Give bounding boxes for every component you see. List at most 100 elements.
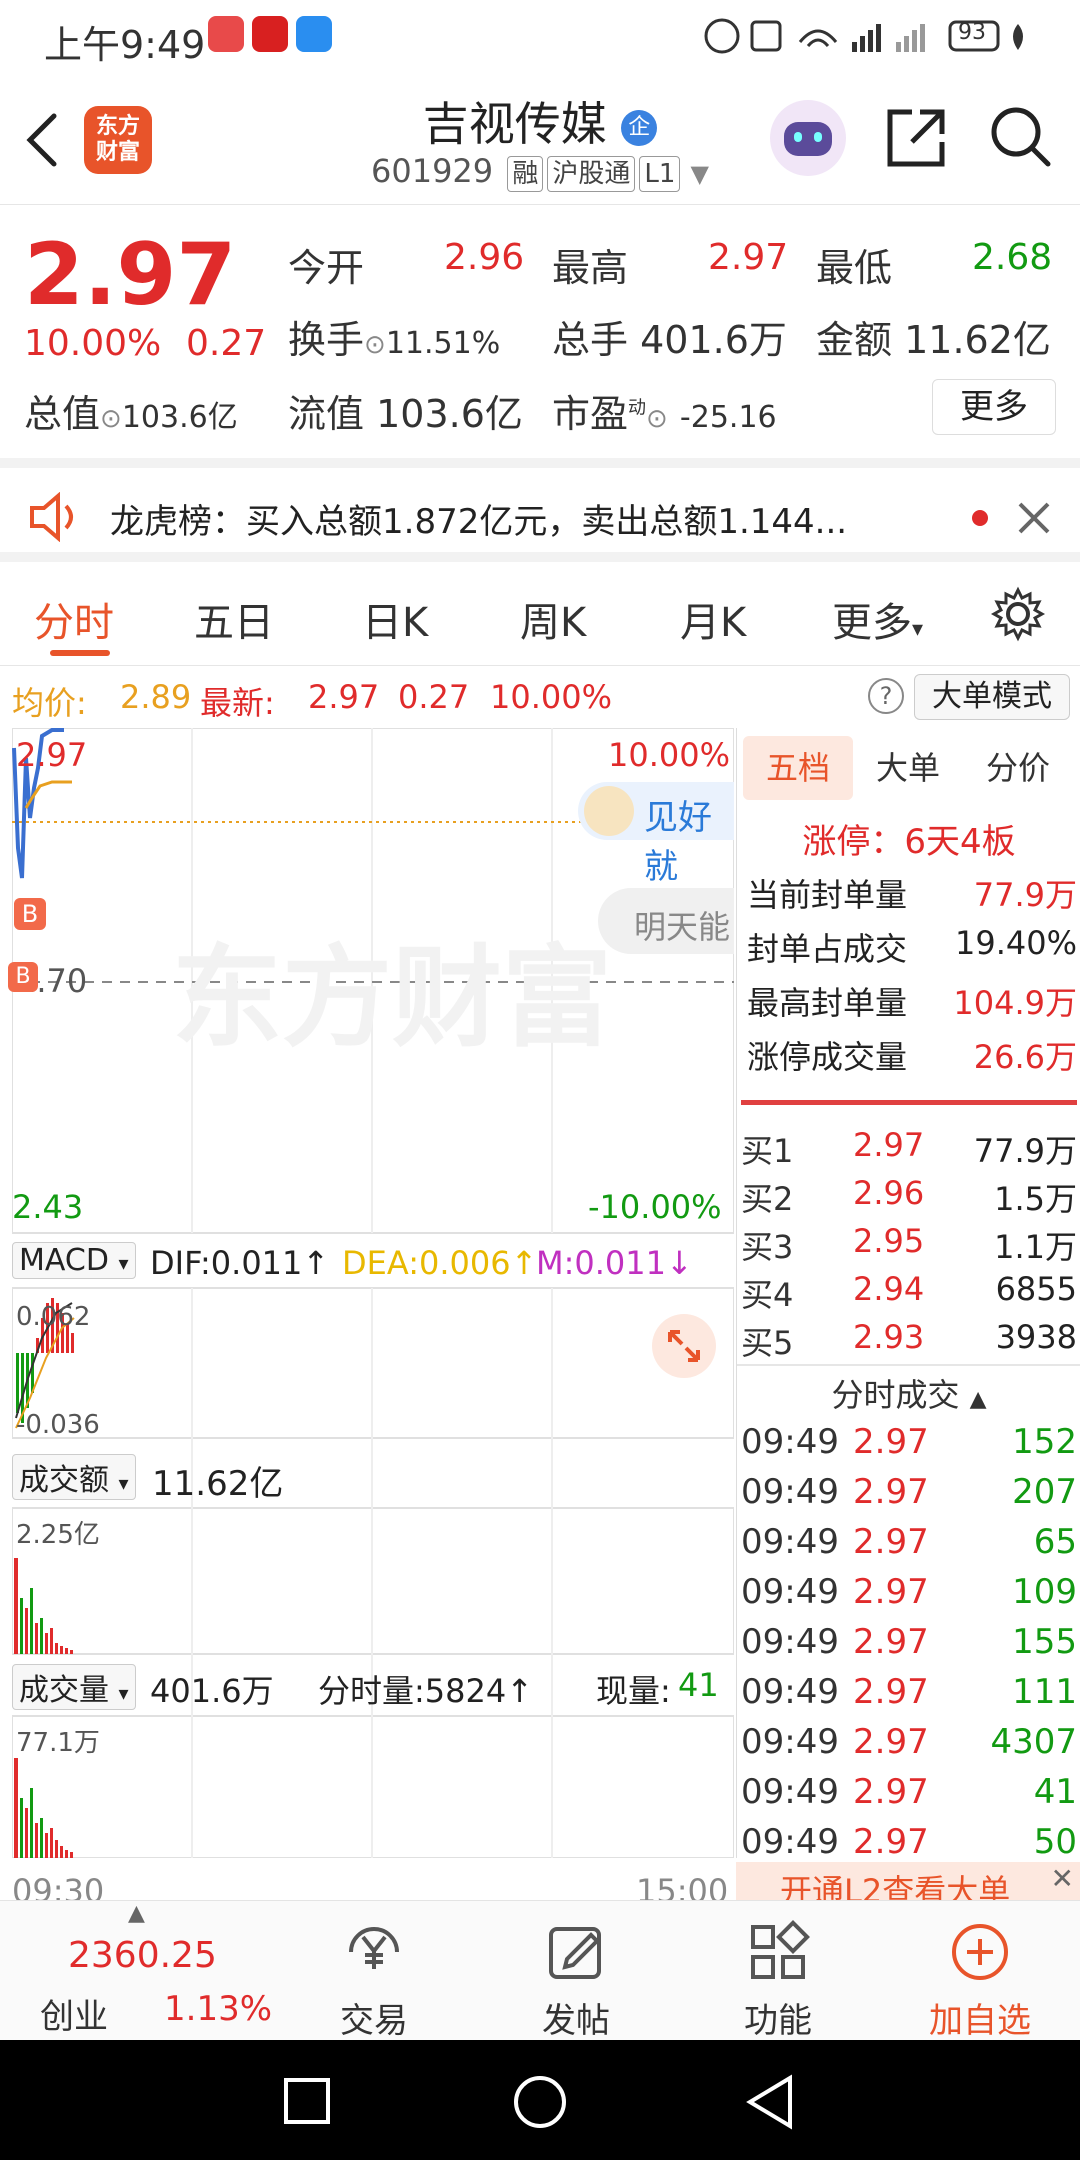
status-time: 上午9:49 <box>44 23 206 67</box>
amount-selector[interactable]: 成交额 ▾ <box>12 1454 136 1500</box>
index-value[interactable]: 2360.25 <box>68 1935 217 1976</box>
amount-header: 成交额 ▾ 11.62亿 <box>12 1452 734 1504</box>
current-volume-label: 现量: <box>596 1672 671 1710</box>
trade-time: 09:49 <box>741 1522 839 1562</box>
tab-five-levels[interactable]: 五档 <box>743 736 853 800</box>
turnover-label[interactable]: 换手⊙11.51% <box>288 309 500 364</box>
l2-upgrade-banner[interactable]: 开通L2查看大单 ✕ <box>736 1862 1080 1900</box>
bid-label: 买4 <box>741 1276 794 1314</box>
close-icon[interactable] <box>1016 500 1052 536</box>
trade-qty: 65 <box>1033 1522 1077 1562</box>
tomorrow-chip[interactable]: 明天能 <box>598 888 734 954</box>
trade-price: 2.97 <box>853 1772 929 1812</box>
bid-qty: 77.9万 <box>973 1132 1077 1170</box>
bid-label: 买2 <box>741 1180 794 1218</box>
amount-bars <box>14 1558 73 1654</box>
trade-row: 09:49 2.97 41 <box>741 1772 1077 1820</box>
dropdown-arrow-icon: ▾ <box>118 1471 129 1495</box>
amount-label: 金额 <box>816 318 893 362</box>
macd-axis-top: 0.062 <box>16 1302 91 1332</box>
quote-panel: 2.97 10.00% 0.27 总值⊙103.6亿 今开 2.96 最高 2.… <box>0 205 1080 455</box>
trade-row: 09:49 2.97 111 <box>741 1672 1077 1720</box>
trade-qty: 41 <box>1033 1772 1077 1812</box>
share-icon[interactable] <box>884 106 948 170</box>
big-order-mode-button[interactable]: 大单模式 <box>914 674 1070 720</box>
back-icon[interactable] <box>744 2074 796 2130</box>
current-volume-value: 41 <box>678 1666 719 1704</box>
index-pct: 1.13% <box>164 1989 273 2029</box>
mktcap-label-text: 总值 <box>24 392 101 436</box>
seal-stat-label: 最高封单量 <box>747 984 908 1022</box>
functions-button[interactable]: 功能 <box>708 1919 848 2042</box>
bid-price: 2.95 <box>853 1222 925 1260</box>
system-navigation-bar <box>0 2040 1080 2160</box>
trade-price: 2.97 <box>853 1822 929 1862</box>
axis-pct-top: 10.00% <box>608 736 731 774</box>
pe-item[interactable]: 市盈动⊙ -25.16 <box>552 383 777 438</box>
post-button[interactable]: 发帖 <box>506 1919 646 2042</box>
dropdown-arrow-icon: ▼ <box>690 160 710 188</box>
trade-time: 09:49 <box>741 1722 839 1762</box>
bid-qty: 6855 <box>995 1270 1077 1308</box>
more-button[interactable]: 更多 <box>932 379 1056 435</box>
edit-icon <box>549 1927 601 1979</box>
tab-price-distribution[interactable]: 分价 <box>963 736 1073 800</box>
tab-five-day[interactable]: 五日 <box>194 590 274 648</box>
order-book-row: 买3 2.95 1.1万 <box>741 1222 1077 1268</box>
turnover-value: 11.51% <box>385 326 501 361</box>
promo-text: 见好就 <box>644 798 712 887</box>
trade-price: 2.97 <box>853 1422 929 1462</box>
amount-item: 金额 11.62亿 <box>816 309 1051 364</box>
expand-up-icon[interactable]: ▲ <box>128 1901 145 1926</box>
volume-item: 总手 401.6万 <box>552 309 787 364</box>
macd-axis-bottom: -0.036 <box>16 1410 100 1440</box>
info-icon: ⊙ <box>646 404 668 434</box>
tab-daily-k[interactable]: 日K <box>362 590 428 648</box>
status-bar: 上午9:49 93 <box>0 0 1080 70</box>
change-amount: 0.27 <box>186 323 267 364</box>
tab-big-orders[interactable]: 大单 <box>853 736 963 800</box>
trade-marker[interactable]: B <box>8 962 38 992</box>
bid-qty: 3938 <box>995 1318 1077 1356</box>
tab-weekly-k[interactable]: 周K <box>520 590 586 648</box>
notification-app-icon <box>252 16 288 52</box>
bid-price: 2.94 <box>853 1270 925 1308</box>
volume-label: 总手 <box>552 318 629 362</box>
tab-more[interactable]: 更多▾ <box>832 590 923 648</box>
recent-apps-icon[interactable] <box>282 2076 332 2126</box>
mktcap-label[interactable]: 总值⊙103.6亿 <box>24 383 238 438</box>
search-icon[interactable] <box>988 104 1054 170</box>
notice-bar[interactable]: 龙虎榜：买入总额1.872亿元，卖出总额1.144... <box>0 458 1080 562</box>
volume-selector[interactable]: 成交量 ▾ <box>12 1664 136 1710</box>
axis-pct-bottom: -10.00% <box>588 1188 722 1226</box>
expand-icon[interactable] <box>652 1314 716 1378</box>
trade-button[interactable]: 交易 <box>304 1919 444 2042</box>
macd-selector[interactable]: MACD ▾ <box>12 1242 136 1279</box>
speaker-icon <box>30 492 73 542</box>
active-tab-indicator <box>50 650 110 656</box>
trades-title[interactable]: 分时成交 ▲ <box>737 1370 1080 1416</box>
amount-panel-value: 11.62亿 <box>152 1464 284 1504</box>
tab-intraday[interactable]: 分时 <box>34 590 114 648</box>
add-watchlist-button[interactable]: 加自选 <box>910 1919 1050 2042</box>
intraday-chart-area[interactable]: 东方财富 2.97 10.00% 2.70 2.43 -10.00% B B 见… <box>8 728 734 1858</box>
tab-monthly-k[interactable]: 月K <box>680 590 746 648</box>
macd-m: M:0.011↓ <box>536 1244 693 1282</box>
settings-gear-icon[interactable] <box>990 586 1046 642</box>
tag-shanghai-connect: 沪股通 <box>547 156 636 192</box>
macd-label: MACD <box>19 1243 109 1278</box>
close-icon[interactable]: ✕ <box>1051 1862 1074 1895</box>
buy-marker[interactable]: B <box>14 898 46 930</box>
help-icon[interactable]: ? <box>868 678 904 714</box>
robot-assistant-icon[interactable] <box>770 100 846 176</box>
volume-panel-label: 成交量 <box>19 1673 109 1708</box>
notice-text: 龙虎榜：买入总额1.872亿元，卖出总额1.144... <box>110 502 848 542</box>
float-item: 流值 103.6亿 <box>288 383 523 438</box>
promo-chip[interactable]: 见好就 <box>578 782 734 887</box>
mktcap-value: 103.6亿 <box>121 400 238 435</box>
home-icon[interactable] <box>512 2074 568 2130</box>
seal-stat-value: 26.6万 <box>973 1038 1077 1076</box>
grid-icon <box>751 1920 810 1979</box>
seal-stat-label: 当前封单量 <box>747 876 908 914</box>
trade-qty: 207 <box>1012 1472 1077 1512</box>
